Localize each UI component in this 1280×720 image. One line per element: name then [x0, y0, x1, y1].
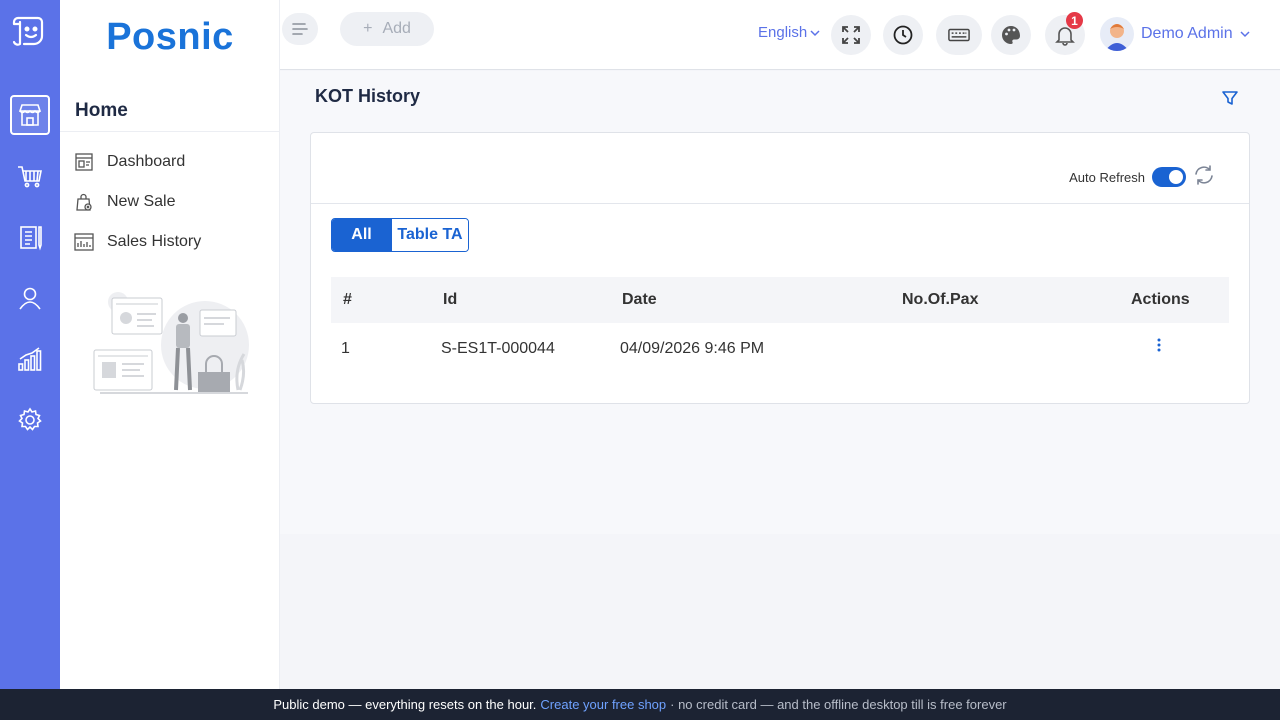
avatar [1100, 17, 1134, 51]
footer-text: Public demo — everything resets on the h… [273, 697, 537, 712]
nav-item-label: New Sale [107, 193, 176, 210]
menu-icon [292, 23, 308, 35]
cart-icon [18, 166, 42, 188]
menu-toggle-button[interactable] [282, 13, 318, 45]
icon-rail [0, 0, 60, 689]
user-menu[interactable]: Demo Admin [1100, 17, 1250, 51]
cell-number: 1 [341, 340, 350, 357]
column-header-pax: No.Of.Pax [902, 291, 979, 308]
page-title: KOT History [315, 86, 421, 106]
column-header-id: Id [443, 291, 458, 308]
chevron-down-icon [810, 29, 820, 36]
filter-tabs: All Table TA [331, 218, 469, 252]
nav-item-label: Sales History [107, 233, 202, 250]
chevron-down-icon [1240, 31, 1250, 38]
history-chart-icon [74, 233, 94, 251]
cell-id: S-ES1T-000044 [441, 340, 555, 357]
auto-refresh-toggle[interactable] [1152, 167, 1186, 187]
dashboard-icon [75, 153, 93, 171]
rail-store-button[interactable] [10, 95, 50, 135]
column-header-number: # [343, 291, 352, 308]
clock-icon [893, 25, 913, 45]
notifications-button[interactable]: 1 [1045, 12, 1085, 55]
add-label: Add [382, 20, 411, 37]
plus-icon: + [363, 20, 373, 37]
bar-chart-icon [18, 347, 42, 371]
column-header-date: Date [622, 291, 657, 308]
create-shop-link[interactable]: Create your free shop [540, 697, 666, 712]
divider [311, 203, 1249, 204]
tab-all[interactable]: All [332, 219, 391, 251]
app-logo-icon[interactable] [10, 12, 50, 52]
table-header: # Id Date No.Of.Pax Actions [331, 277, 1229, 323]
column-header-actions: Actions [1131, 291, 1190, 308]
gear-icon [18, 407, 42, 431]
user-name: Demo Admin [1141, 25, 1233, 42]
rail-cart-button[interactable] [10, 156, 50, 196]
divider [60, 131, 280, 132]
palette-icon [1002, 26, 1020, 44]
fullscreen-button[interactable] [831, 15, 871, 55]
add-button[interactable]: + Add [340, 12, 434, 46]
nav-section-title: Home [75, 100, 128, 121]
language-select[interactable]: English [758, 24, 820, 41]
auto-refresh-label: Auto Refresh [1069, 170, 1145, 185]
rail-user-button[interactable] [10, 278, 50, 318]
bag-icon [76, 193, 92, 211]
row-actions-kebab-icon[interactable] [1156, 337, 1162, 353]
filter-icon[interactable] [1221, 89, 1239, 107]
nav-panel: Posnic Home Dashboard New Sale Sales His… [60, 0, 280, 689]
store-icon [18, 104, 42, 126]
rail-settings-button[interactable] [10, 400, 50, 440]
nav-item-new-sale[interactable]: New Sale [74, 192, 175, 212]
fullscreen-icon [842, 26, 860, 44]
language-label: English [758, 24, 808, 41]
demo-footer-banner: Public demo — everything resets on the h… [0, 689, 1280, 720]
brand-logo-text[interactable]: Posnic [60, 16, 280, 59]
tab-table-ta[interactable]: Table TA [391, 219, 468, 251]
top-bar: + Add English 1 Demo Admin [280, 0, 1280, 70]
refresh-icon[interactable] [1193, 164, 1215, 186]
clipboard-icon [20, 226, 42, 251]
clock-button[interactable] [883, 15, 923, 55]
kot-history-card: Auto Refresh All Table TA # Id Date No.O… [310, 132, 1250, 404]
shop-illustration [93, 292, 249, 394]
notification-badge: 1 [1066, 12, 1083, 29]
nav-item-dashboard[interactable]: Dashboard [74, 152, 185, 172]
nav-item-label: Dashboard [107, 153, 186, 170]
nav-item-sales-history[interactable]: Sales History [74, 232, 201, 252]
cell-date: 04/09/2026 9:46 PM [620, 340, 765, 357]
footer-note: · no credit card — and the offline deskt… [670, 697, 1007, 712]
rail-reports-button[interactable] [10, 339, 50, 379]
user-icon [19, 287, 41, 310]
keyboard-button[interactable] [936, 15, 982, 55]
keyboard-icon [948, 28, 970, 42]
rail-clipboard-button[interactable] [10, 217, 50, 257]
theme-button[interactable] [991, 15, 1031, 55]
